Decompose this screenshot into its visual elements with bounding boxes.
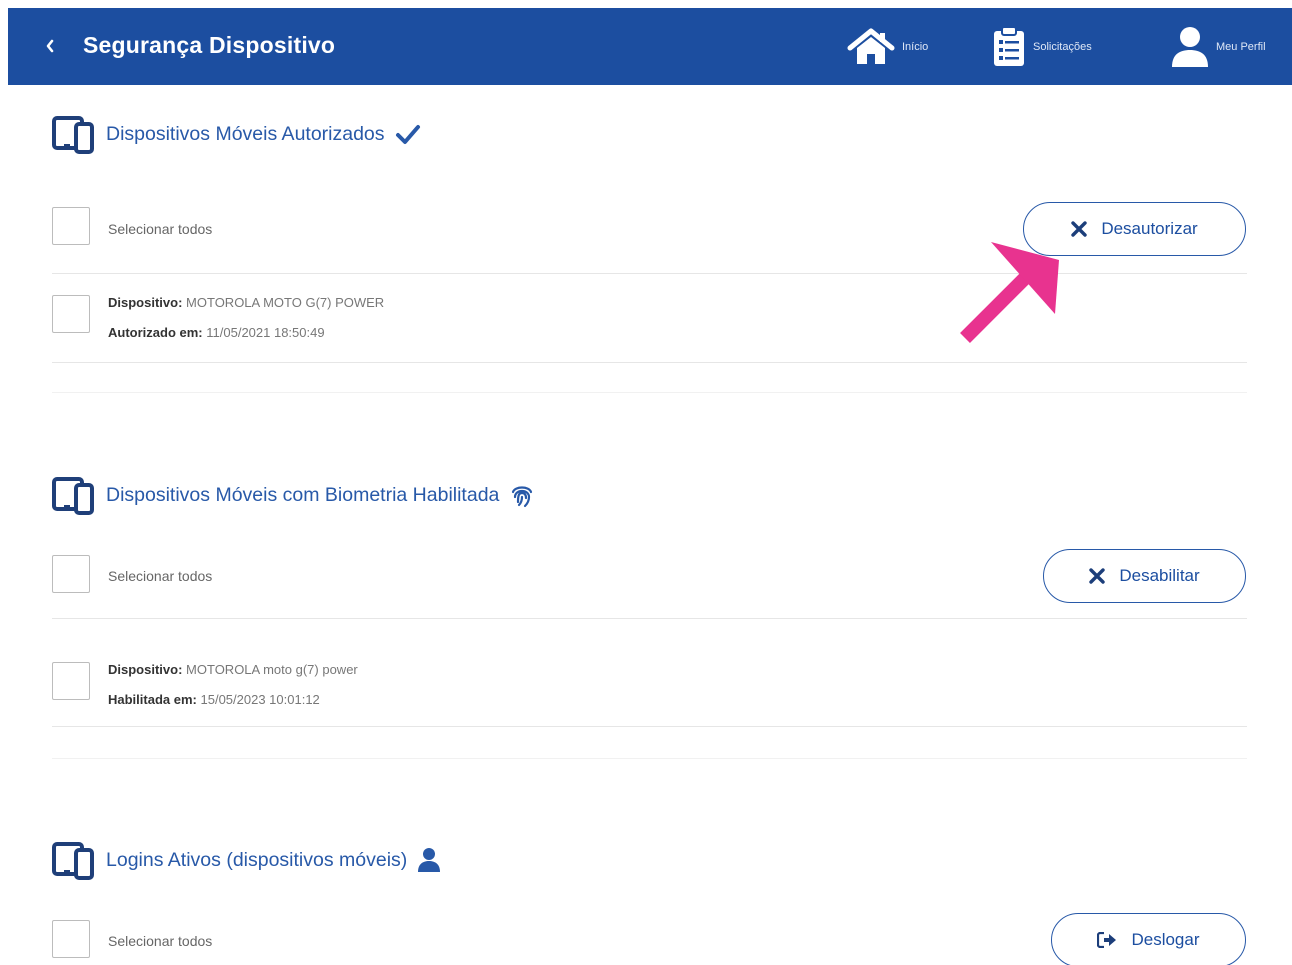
close-icon [1089,568,1106,584]
select-all-checkbox[interactable] [52,555,90,593]
sign-out-icon [1097,932,1117,948]
page-title: Segurança Dispositivo [83,32,336,58]
nav-solicitacoes-label: Solicitações [1033,41,1092,53]
device-label: Dispositivo [108,295,179,310]
device-item-checkbox[interactable] [52,295,90,333]
disable-button-label: Desabilitar [1119,566,1200,585]
logout-button-label: Deslogar [1131,930,1200,949]
device-name-line: Dispositivo: MOTOROLA MOTO G(7) POWER [108,295,385,310]
nav-solicitacoes[interactable]: Solicitações [991,22,1092,72]
section-title-authorized: Dispositivos Móveis Autorizados [52,114,421,154]
authorized-date-line: Autorizado em: 11/05/2021 18:50:49 [108,325,325,340]
nav-meu-perfil[interactable]: Meu Perfil [1170,22,1266,72]
section-title-logins: Logins Ativos (dispositivos móveis) [52,840,441,880]
divider [52,362,1247,363]
clipboard-icon [994,26,1024,66]
app-header: Segurança Dispositivo Início Solicitaçõe… [8,8,1292,85]
device-name-line: Dispositivo: MOTOROLA moto g(7) power [108,662,358,677]
user-icon [1172,27,1208,67]
divider [52,726,1247,727]
device-item-checkbox[interactable] [52,662,90,700]
divider [52,392,1247,393]
select-all-label: Selecionar todos [108,568,213,584]
mobile-devices-icon [52,840,96,880]
nav-meu-perfil-label: Meu Perfil [1216,41,1266,53]
enabled-date-label: Habilitada em [108,692,193,707]
divider [52,758,1247,759]
logout-button[interactable]: Deslogar [1051,913,1246,965]
fingerprint-icon [512,486,533,508]
authorized-date-label: Autorizado em [108,325,199,340]
section-title-text: Dispositivos Móveis Autorizados [106,122,385,145]
chevron-left-icon [46,39,54,53]
divider [52,273,1247,274]
section-title-text: Logins Ativos (dispositivos móveis) [106,848,408,871]
enabled-date-line: Habilitada em: 15/05/2023 10:01:12 [108,692,320,707]
close-icon [1071,221,1088,237]
device-value: MOTOROLA MOTO G(7) POWER [186,295,385,310]
authorized-date-value: 11/05/2021 18:50:49 [206,325,325,340]
section-title-biometric: Dispositivos Móveis com Biometria Habili… [52,475,535,515]
home-icon [847,28,895,64]
select-all-label: Selecionar todos [108,933,213,949]
select-all-label: Selecionar todos [108,221,213,237]
select-all-checkbox[interactable] [52,207,90,245]
page: Segurança Dispositivo Início Solicitaçõe… [0,0,1292,965]
user-icon [418,848,441,872]
nav-inicio[interactable]: Início [846,22,928,72]
back-button[interactable] [38,34,62,58]
checkmark-icon [395,125,420,144]
mobile-devices-icon [52,114,96,154]
disable-button[interactable]: Desabilitar [1043,549,1246,603]
section-title-text: Dispositivos Móveis com Biometria Habili… [106,483,500,506]
enabled-date-value: 15/05/2023 10:01:12 [200,692,320,707]
annotation-arrow-icon [960,242,1059,343]
device-label: Dispositivo [108,662,179,677]
unauthorize-button-label: Desautorizar [1101,219,1198,238]
divider [52,618,1247,619]
device-value: MOTOROLA moto g(7) power [186,662,358,677]
select-all-checkbox[interactable] [52,920,90,958]
mobile-devices-icon [52,475,96,515]
nav-inicio-label: Início [902,41,929,53]
